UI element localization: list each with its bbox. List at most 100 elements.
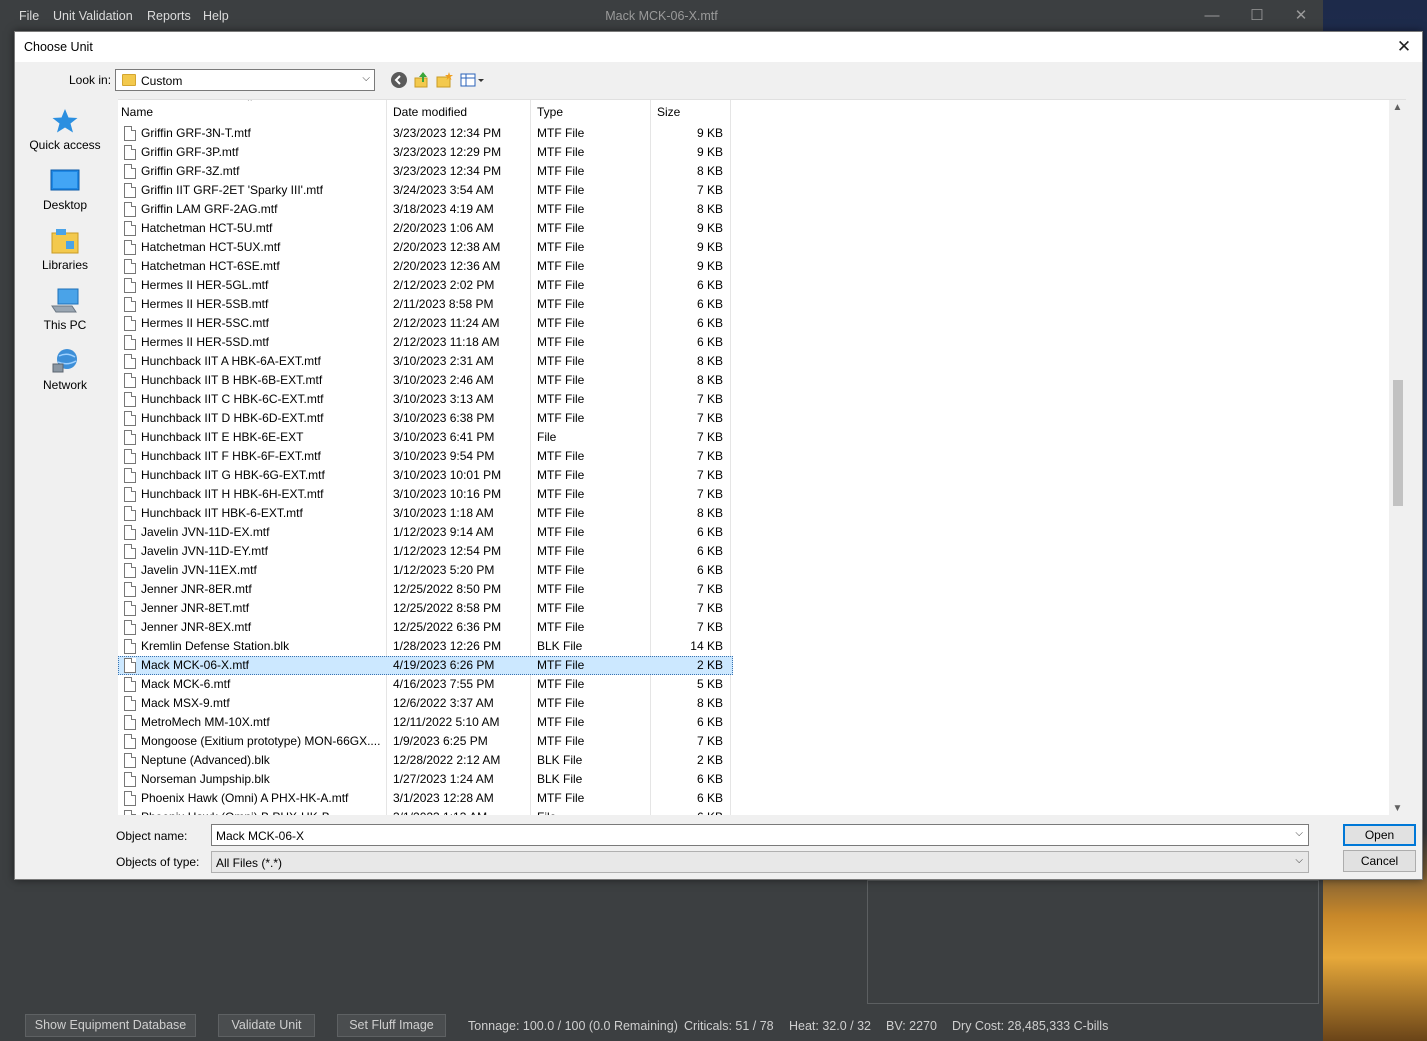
- place-quick-access[interactable]: Quick access: [25, 108, 105, 152]
- file-row[interactable]: Hermes II HER-5SD.mtf 2/12/2023 11:18 AM M…: [118, 333, 733, 352]
- file-name: Mongoose (Exitium prototype) MON-66GX...…: [141, 734, 381, 748]
- file-type: MTF File: [537, 544, 585, 558]
- file-row[interactable]: Hunchback IIT HBK-6-EXT.mtf 3/10/2023 1:1…: [118, 504, 733, 523]
- file-row[interactable]: Mack MCK-6.mtf 4/16/2023 7:55 PM MTF File 5…: [118, 675, 733, 694]
- file-icon: [124, 696, 136, 711]
- file-list[interactable]: Name ⌃ Date modified Type Size Griffin G…: [118, 99, 1406, 815]
- vertical-scrollbar[interactable]: ▲ ▼: [1389, 100, 1406, 815]
- file-name: Hunchback IIT H HBK-6H-EXT.mtf: [141, 487, 324, 501]
- file-row[interactable]: Hunchback IIT F HBK-6F-EXT.mtf 3/10/2023 …: [118, 447, 733, 466]
- chevron-down-icon[interactable]: ⌵: [1295, 855, 1303, 866]
- file-row[interactable]: Hunchback IIT H HBK-6H-EXT.mtf 3/10/2023 …: [118, 485, 733, 504]
- place-this-pc[interactable]: This PC: [25, 288, 105, 332]
- object-type-select[interactable]: All Files (*.*) ⌵: [211, 851, 1309, 873]
- file-type: MTF File: [537, 221, 585, 235]
- file-row[interactable]: Hatchetman HCT-6SE.mtf 2/20/2023 12:36 AM…: [118, 257, 733, 276]
- file-date: 1/12/2023 9:14 AM: [393, 525, 494, 539]
- file-date: 1/12/2023 12:54 PM: [393, 544, 502, 558]
- maximize-button[interactable]: ☐: [1247, 6, 1267, 26]
- chevron-down-icon[interactable]: ⌵: [1295, 828, 1303, 839]
- open-button[interactable]: Open: [1343, 824, 1416, 846]
- scroll-up-icon[interactable]: ▲: [1389, 102, 1406, 113]
- new-folder-icon[interactable]: [435, 71, 455, 91]
- back-icon[interactable]: [389, 71, 409, 91]
- file-row[interactable]: Griffin GRF-3N-T.mtf 3/23/2023 12:34 PM MT…: [118, 124, 733, 143]
- file-name: Hatchetman HCT-5UX.mtf: [141, 240, 281, 254]
- app-title: Mack MCK-06-X.mtf: [605, 9, 718, 23]
- file-type: MTF File: [537, 525, 585, 539]
- place-desktop[interactable]: Desktop: [25, 168, 105, 212]
- file-row[interactable]: Hunchback IIT C HBK-6C-EXT.mtf 3/10/2023 …: [118, 390, 733, 409]
- file-row[interactable]: Hunchback IIT D HBK-6D-EXT.mtf 3/10/2023 …: [118, 409, 733, 428]
- chevron-down-icon[interactable]: ⌵: [362, 73, 370, 84]
- minimize-button[interactable]: —: [1202, 6, 1222, 26]
- file-row[interactable]: Neptune (Advanced).blk 12/28/2022 2:12 AM…: [118, 751, 733, 770]
- file-row[interactable]: Javelin JVN-11EX.mtf 1/12/2023 5:20 PM MTF…: [118, 561, 733, 580]
- file-icon: [124, 221, 136, 236]
- file-type: MTF File: [537, 183, 585, 197]
- place-network[interactable]: Network: [25, 348, 105, 392]
- file-row[interactable]: Hunchback IIT E HBK-6E-EXT 3/10/2023 6:41…: [118, 428, 733, 447]
- look-in-label: Look in:: [69, 73, 112, 87]
- file-icon: [124, 297, 136, 312]
- file-row[interactable]: Kremlin Defense Station.blk 1/28/2023 12:…: [118, 637, 733, 656]
- file-row[interactable]: Hunchback IIT G HBK-6G-EXT.mtf 3/10/2023 …: [118, 466, 733, 485]
- place-libraries[interactable]: Libraries: [25, 228, 105, 272]
- file-name: Hunchback IIT D HBK-6D-EXT.mtf: [141, 411, 324, 425]
- file-row[interactable]: Hunchback IIT A HBK-6A-EXT.mtf 3/10/2023 …: [118, 352, 733, 371]
- view-menu-icon[interactable]: [459, 71, 487, 91]
- scroll-thumb[interactable]: [1393, 380, 1403, 506]
- file-row[interactable]: Mack MCK-06-X.mtf 4/19/2023 6:26 PM MTF Fi…: [118, 656, 733, 675]
- file-row[interactable]: Hatchetman HCT-5U.mtf 2/20/2023 1:06 AM MT…: [118, 219, 733, 238]
- file-row[interactable]: Hermes II HER-5GL.mtf 2/12/2023 2:02 PM MT…: [118, 276, 733, 295]
- cancel-button[interactable]: Cancel: [1343, 850, 1416, 872]
- scroll-down-icon[interactable]: ▼: [1389, 803, 1406, 814]
- column-size[interactable]: Size: [657, 105, 680, 119]
- file-row[interactable]: Hatchetman HCT-5UX.mtf 2/20/2023 12:38 AM…: [118, 238, 733, 257]
- file-date: 4/19/2023 6:26 PM: [393, 658, 495, 672]
- file-row[interactable]: Griffin GRF-3P.mtf 3/23/2023 12:29 PM MTF …: [118, 143, 733, 162]
- file-name: Hermes II HER-5GL.mtf: [141, 278, 269, 292]
- file-row[interactable]: Griffin IIT GRF-2ET 'Sparky III'.mtf 3/24…: [118, 181, 733, 200]
- file-row[interactable]: Phoenix Hawk (Omni) B PHX-HK-B... 3/1/202…: [118, 808, 733, 815]
- show-equipment-database-button[interactable]: Show Equipment Database: [25, 1014, 196, 1037]
- file-icon: [124, 601, 136, 616]
- file-row[interactable]: Norseman Jumpship.blk 1/27/2023 1:24 AM BL…: [118, 770, 733, 789]
- look-in-combo[interactable]: Custom ⌵: [115, 69, 375, 91]
- file-name: Javelin JVN-11D-EX.mtf: [141, 525, 270, 539]
- dialog-close-button[interactable]: ✕: [1392, 35, 1416, 59]
- file-row[interactable]: Hermes II HER-5SB.mtf 2/11/2023 8:58 PM MT…: [118, 295, 733, 314]
- file-row[interactable]: Mongoose (Exitium prototype) MON-66GX...…: [118, 732, 733, 751]
- up-folder-icon[interactable]: [412, 71, 432, 91]
- file-row[interactable]: Jenner JNR-8EX.mtf 12/25/2022 6:36 PM MTF …: [118, 618, 733, 637]
- file-type: MTF File: [537, 791, 585, 805]
- cost-status: Dry Cost: 28,485,333 C-bills: [952, 1019, 1109, 1033]
- file-row[interactable]: Javelin JVN-11D-EX.mtf 1/12/2023 9:14 AM M…: [118, 523, 733, 542]
- file-type: MTF File: [537, 202, 585, 216]
- file-rows: Griffin GRF-3N-T.mtf 3/23/2023 12:34 PM MT…: [118, 124, 733, 815]
- place-label: Desktop: [42, 198, 88, 212]
- file-row[interactable]: Hunchback IIT B HBK-6B-EXT.mtf 3/10/2023 …: [118, 371, 733, 390]
- column-date-modified[interactable]: Date modified: [393, 105, 467, 119]
- object-name-input[interactable]: Mack MCK-06-X ⌵: [211, 824, 1309, 846]
- file-icon: [124, 810, 136, 815]
- file-name: Hunchback IIT F HBK-6F-EXT.mtf: [141, 449, 321, 463]
- file-row[interactable]: Griffin GRF-3Z.mtf 3/23/2023 12:34 PM MTF …: [118, 162, 733, 181]
- file-icon: [124, 449, 136, 464]
- file-row[interactable]: MetroMech MM-10X.mtf 12/11/2022 5:10 AM MT…: [118, 713, 733, 732]
- validate-unit-button[interactable]: Validate Unit: [218, 1014, 315, 1037]
- app-close-button[interactable]: ✕: [1291, 6, 1311, 26]
- column-type[interactable]: Type: [537, 105, 563, 119]
- file-row[interactable]: Jenner JNR-8ER.mtf 12/25/2022 8:50 PM MTF …: [118, 580, 733, 599]
- file-size: 7 KB: [696, 734, 723, 748]
- column-name[interactable]: Name: [121, 105, 153, 119]
- file-row[interactable]: Hermes II HER-5SC.mtf 2/12/2023 11:24 AM M…: [118, 314, 733, 333]
- file-type: MTF File: [537, 601, 585, 615]
- file-row[interactable]: Phoenix Hawk (Omni) A PHX-HK-A.mtf 3/1/20…: [118, 789, 733, 808]
- file-row[interactable]: Griffin LAM GRF-2AG.mtf 3/18/2023 4:19 AM…: [118, 200, 733, 219]
- file-row[interactable]: Jenner JNR-8ET.mtf 12/25/2022 8:58 PM MTF …: [118, 599, 733, 618]
- set-fluff-image-button[interactable]: Set Fluff Image: [337, 1014, 446, 1037]
- file-row[interactable]: Mack MSX-9.mtf 12/6/2022 3:37 AM MTF File 8…: [118, 694, 733, 713]
- file-row[interactable]: Javelin JVN-11D-EY.mtf 1/12/2023 12:54 PM…: [118, 542, 733, 561]
- file-size: 8 KB: [696, 373, 723, 387]
